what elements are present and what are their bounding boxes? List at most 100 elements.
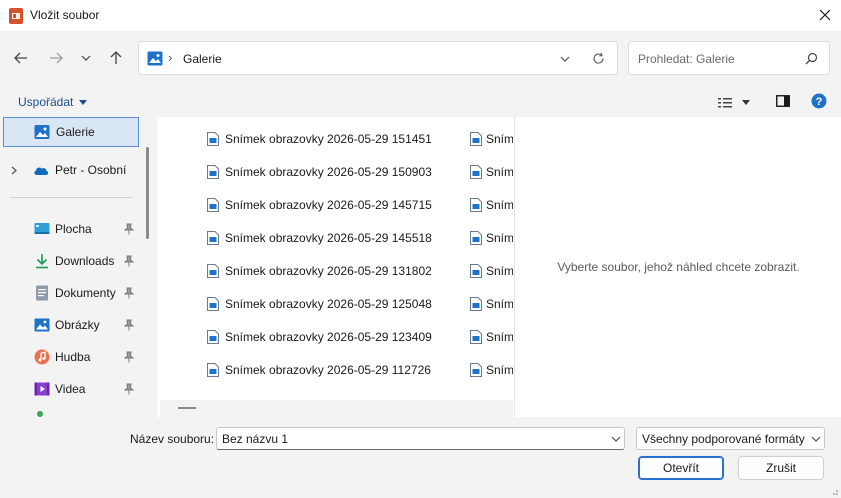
- sidebar-item-music[interactable]: Hudba: [0, 342, 140, 372]
- filename-label: Název souboru:: [130, 432, 215, 446]
- sidebar-item-desktop[interactable]: Plocha: [0, 214, 140, 244]
- horizontal-scrollbar[interactable]: [160, 400, 513, 417]
- address-bar[interactable]: › Galerie: [138, 41, 618, 75]
- pictures-icon: [34, 318, 50, 332]
- sidebar-item-downloads[interactable]: Downloads: [0, 246, 140, 276]
- pin-icon: [124, 255, 134, 267]
- sidebar-item-videos[interactable]: Videa: [0, 374, 140, 404]
- image-file-icon: [470, 132, 482, 146]
- up-button[interactable]: [104, 46, 128, 70]
- organize-label: Uspořádat: [18, 95, 74, 109]
- file-name: Sním: [486, 363, 513, 377]
- caret-down-icon: [79, 99, 88, 105]
- file-name: Sním: [486, 297, 513, 311]
- view-options-button[interactable]: [718, 93, 758, 111]
- file-name: Sním: [486, 330, 513, 344]
- preview-pane-icon[interactable]: [776, 95, 790, 107]
- list-item[interactable]: Snímek obrazovky 2026-05-29 123409 Sním: [160, 320, 513, 350]
- close-button[interactable]: [812, 3, 838, 27]
- file-name: Snímek obrazovky 2026-05-29 145715: [225, 198, 432, 212]
- image-file-icon: [207, 330, 219, 344]
- search-input[interactable]: Prohledat: Galerie: [638, 52, 735, 66]
- file-name: Snímek obrazovky 2026-05-29 112726: [225, 363, 431, 377]
- sidebar-item-label: Downloads: [55, 254, 115, 268]
- file-name: Sním: [486, 264, 513, 278]
- recent-locations-button[interactable]: [74, 46, 98, 70]
- chevron-down-icon: [811, 436, 821, 442]
- pin-icon: [124, 383, 134, 395]
- pin-icon: [124, 223, 134, 235]
- window-title: Vložit soubor: [30, 8, 100, 22]
- filename-field[interactable]: Bez názvu 1: [216, 427, 625, 450]
- onedrive-icon: [34, 167, 49, 175]
- gallery-icon: [34, 125, 50, 139]
- title-bar: Vložit soubor: [0, 0, 841, 31]
- file-name: Snímek obrazovky 2026-05-29 150903: [225, 165, 432, 179]
- documents-icon: [36, 285, 48, 301]
- image-file-icon: [207, 132, 219, 146]
- chevron-down-icon[interactable]: [611, 436, 621, 442]
- list-view-icon: [718, 97, 732, 107]
- sidebar-item-pictures[interactable]: Obrázky: [0, 310, 140, 340]
- image-file-icon: [470, 231, 482, 245]
- music-icon: [34, 349, 50, 365]
- list-item[interactable]: Snímek obrazovky 2026-05-29 131802 Sním: [160, 254, 513, 284]
- image-file-icon: [470, 297, 482, 311]
- breadcrumb-current[interactable]: Galerie: [183, 52, 222, 66]
- file-type-select[interactable]: Všechny podporované formáty: [636, 427, 825, 450]
- refresh-icon[interactable]: [592, 52, 605, 65]
- sidebar-divider: [10, 197, 132, 198]
- sidebar-item-label: Galerie: [56, 125, 95, 139]
- list-item[interactable]: Snímek obrazovky 2026-05-29 150903 Sním: [160, 155, 513, 185]
- list-item[interactable]: Snímek obrazovky 2026-05-29 145518 Sním: [160, 221, 513, 251]
- svg-text:?: ?: [816, 96, 823, 108]
- arrow-up-icon: [110, 51, 122, 64]
- arrow-right-icon: [50, 52, 63, 64]
- caret-down-icon: [742, 99, 750, 105]
- resize-grip-icon[interactable]: [829, 486, 839, 496]
- download-icon: [36, 254, 48, 269]
- image-file-icon: [207, 165, 219, 179]
- sidebar-scrollbar[interactable]: [146, 147, 149, 239]
- list-item[interactable]: Snímek obrazovky 2026-05-29 145715 Sním: [160, 188, 513, 218]
- open-button[interactable]: Otevřít: [638, 456, 724, 480]
- back-button[interactable]: [9, 46, 33, 70]
- command-bar: [0, 86, 841, 117]
- file-name: Snímek obrazovky 2026-05-29 151451: [225, 132, 432, 146]
- help-icon[interactable]: ?: [811, 93, 827, 109]
- scrollbar-thumb[interactable]: [178, 407, 196, 409]
- organize-menu[interactable]: Uspořádat: [18, 95, 88, 109]
- image-file-icon: [470, 165, 482, 179]
- image-file-icon: [207, 363, 219, 377]
- pin-icon: [124, 319, 134, 331]
- videos-icon: [34, 382, 50, 396]
- sidebar-item-label: Obrázky: [55, 318, 100, 332]
- list-item[interactable]: Snímek obrazovky 2026-05-29 112726 Sním: [160, 353, 513, 383]
- forward-button[interactable]: [44, 46, 68, 70]
- cancel-button[interactable]: Zrušit: [738, 456, 824, 480]
- chevron-down-icon[interactable]: [560, 56, 570, 62]
- search-box[interactable]: Prohledat: Galerie: [628, 41, 830, 75]
- sidebar-item-documents[interactable]: Dokumenty: [0, 278, 140, 308]
- image-file-icon: [207, 231, 219, 245]
- filename-value[interactable]: Bez názvu 1: [222, 432, 288, 446]
- desktop-icon: [34, 223, 50, 234]
- sidebar-item-label: Hudba: [55, 350, 91, 364]
- sidebar-item-label: Videa: [55, 382, 86, 396]
- image-file-icon: [470, 264, 482, 278]
- list-item[interactable]: Snímek obrazovky 2026-05-29 151451 Sním: [160, 122, 513, 152]
- file-name: Snímek obrazovky 2026-05-29 131802: [225, 264, 432, 278]
- sidebar-item-gallery[interactable]: Galerie: [3, 117, 139, 147]
- sidebar-item-onedrive[interactable]: Petr - Osobní: [0, 155, 140, 185]
- list-item[interactable]: Snímek obrazovky 2026-05-29 125048 Sním: [160, 287, 513, 317]
- sidebar-item-label: Dokumenty: [55, 286, 116, 300]
- file-name: Snímek obrazovky 2026-05-29 123409: [225, 330, 432, 344]
- search-icon: [805, 52, 818, 65]
- navigation-pane: Galerie Petr - Osobní Plocha Downloads D…: [0, 117, 157, 417]
- file-list: Snímek obrazovky 2026-05-29 151451 Sním …: [160, 117, 513, 417]
- image-file-icon: [207, 198, 219, 212]
- preview-empty-text: Vyberte soubor, jehož náhled chcete zobr…: [557, 260, 800, 274]
- pin-icon: [124, 287, 134, 299]
- chevron-right-icon[interactable]: [11, 166, 17, 175]
- file-name: Snímek obrazovky 2026-05-29 125048: [225, 297, 432, 311]
